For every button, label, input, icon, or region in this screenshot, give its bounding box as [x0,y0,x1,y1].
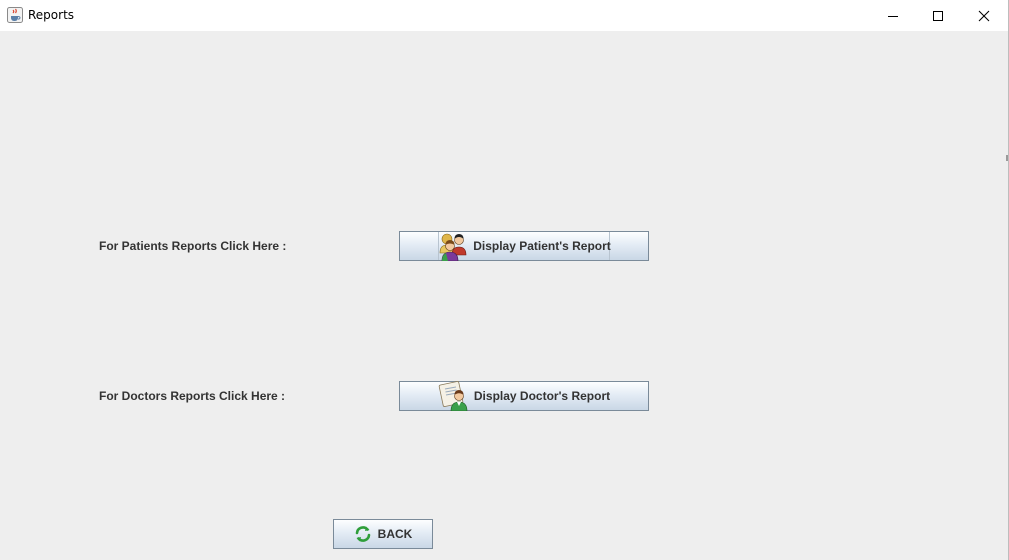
patients-report-label: For Patients Reports Click Here : [99,239,287,253]
title-bar[interactable]: Reports [0,0,1008,31]
window-edge-marker [1006,155,1008,161]
back-button-label: BACK [377,527,413,541]
reports-window: Reports For Patients Reports Click Here … [0,0,1009,560]
maximize-button[interactable] [915,0,961,31]
back-button[interactable]: BACK [333,519,433,549]
doctors-report-label: For Doctors Reports Click Here : [99,389,286,403]
window-title: Reports [28,8,75,22]
close-button[interactable] [961,0,1007,31]
display-patients-report-label: Display Patient's Report [473,239,611,253]
display-patients-report-button[interactable]: Display Patient's Report [399,231,649,261]
doctor-clipboard-icon [438,381,468,411]
java-cup-icon [7,7,23,23]
minimize-button[interactable] [870,0,916,31]
display-doctors-report-button[interactable]: Display Doctor's Report [399,381,649,411]
maximize-icon [933,10,943,21]
display-doctors-report-label: Display Doctor's Report [473,389,611,403]
patients-group-icon [439,233,467,261]
minimize-icon [888,15,898,17]
refresh-arrows-icon [355,526,370,542]
close-icon [978,10,990,21]
